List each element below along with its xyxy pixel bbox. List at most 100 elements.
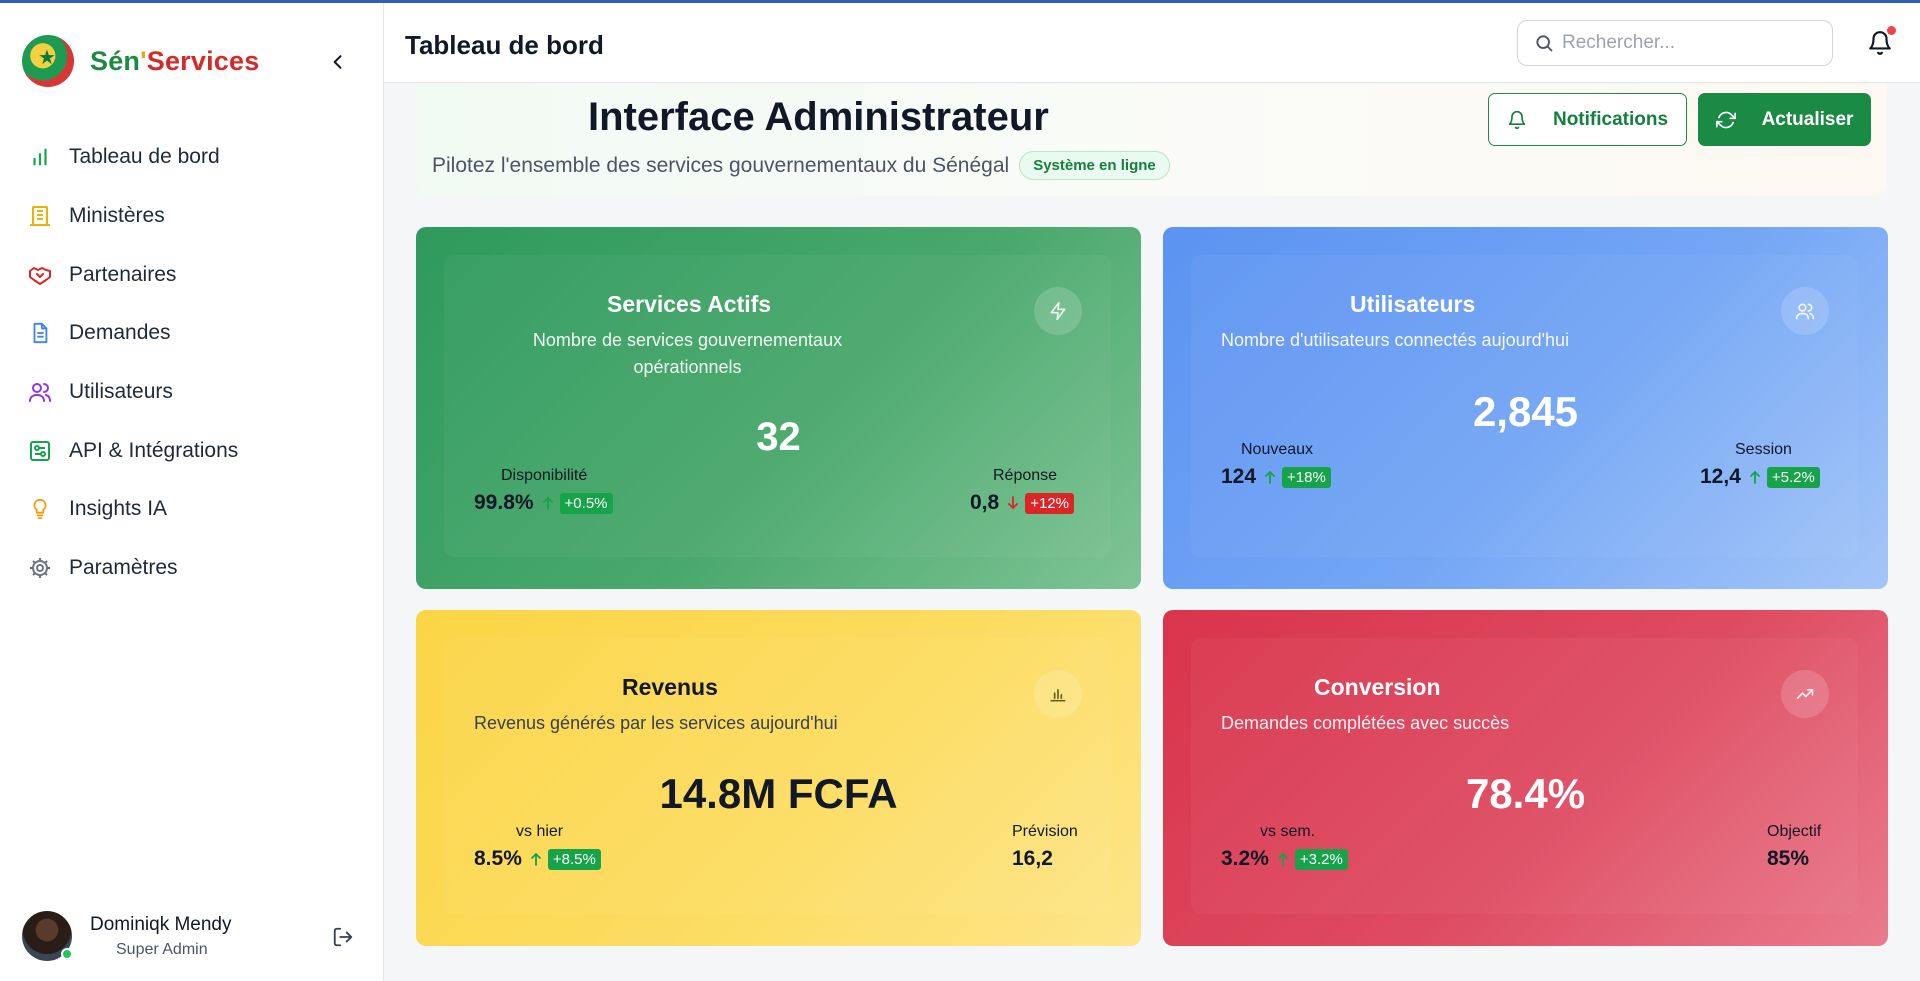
avatar <box>22 911 73 961</box>
page-title: Tableau de bord <box>405 30 604 60</box>
stat-value-left: 8.5% <box>474 847 522 870</box>
arrow-up-icon <box>1277 852 1288 866</box>
stat-label-right: Session <box>1735 441 1792 458</box>
notifications-button[interactable]: Notifications <box>1488 93 1687 146</box>
lightbulb-icon <box>27 496 53 522</box>
stat-label-right: Prévision <box>1012 823 1078 840</box>
sidebar-item-insights[interactable]: Insights IA <box>0 480 384 539</box>
users-icon <box>1795 303 1815 320</box>
user-info: Dominiqk Mendy Super Admin <box>90 914 232 959</box>
stat-value-right: 12,4 <box>1700 465 1741 488</box>
delta-pill: +0.5% <box>559 492 613 514</box>
arrow-down-icon <box>1008 496 1019 510</box>
card-description: Revenus générés par les services aujourd… <box>474 713 838 733</box>
notifications-button-label: Notifications <box>1552 108 1669 130</box>
hero-subtitle: Pilotez l'ensemble des services gouverne… <box>432 153 1010 177</box>
card-services-actifs[interactable]: Services Actifs Nombre de services gouve… <box>416 227 1141 589</box>
card-action-button[interactable] <box>1034 670 1082 718</box>
search-input[interactable] <box>1562 32 1822 54</box>
sidebar-item-utilisateurs[interactable]: Utilisateurs <box>0 363 384 422</box>
card-utilisateurs[interactable]: Utilisateurs Nombre d'utilisateurs conne… <box>1163 227 1888 589</box>
notification-badge-dot <box>1887 26 1896 35</box>
system-status-badge: Système en ligne <box>1019 151 1170 180</box>
stat-delta-left: +3.2% <box>1277 848 1348 870</box>
arrow-up-icon <box>1749 470 1760 484</box>
stat-label-left: Nouveaux <box>1241 441 1314 458</box>
document-icon <box>27 320 53 346</box>
sidebar-item-label: API & Intégrations <box>69 438 239 462</box>
stat-label-right: Réponse <box>993 467 1058 484</box>
stat-value-right: 0,8 <box>970 491 1000 514</box>
stat-delta-left: +0.5% <box>542 492 613 514</box>
header-notifications-button[interactable] <box>1862 25 1898 61</box>
handshake-icon <box>27 262 53 288</box>
logout-icon <box>333 927 353 947</box>
stat-delta-right: +12% <box>1007 492 1074 514</box>
sidebar-item-label: Tableau de bord <box>69 145 220 169</box>
sidebar-item-label: Utilisateurs <box>69 380 173 404</box>
sidebar-item-label: Ministères <box>69 204 165 228</box>
stat-delta-left: +8.5% <box>530 848 601 870</box>
card-main-value: 14.8M FCFA <box>659 770 898 817</box>
integration-icon <box>27 438 53 464</box>
refresh-button[interactable]: Actualiser <box>1698 93 1871 146</box>
stat-label-right: Objectif <box>1767 823 1822 840</box>
card-main-value: 2,845 <box>1472 388 1579 435</box>
hero-title: Interface Administrateur <box>588 95 1049 139</box>
card-description: Demandes complétées avec succès <box>1221 713 1510 733</box>
stat-label-left: vs sem. <box>1260 823 1316 840</box>
sidebar-item-partenaires[interactable]: Partenaires <box>0 245 384 304</box>
sidebar-item-ministeres[interactable]: Ministères <box>0 187 384 246</box>
arrow-up-icon <box>542 496 553 510</box>
collapse-sidebar-button[interactable] <box>322 46 354 78</box>
sidebar-item-dashboard[interactable]: Tableau de bord <box>0 128 384 187</box>
top-accent-line <box>0 0 1920 3</box>
card-conversion[interactable]: Conversion Demandes complétées avec succ… <box>1163 610 1888 946</box>
senegal-globe-logo: ★ <box>22 35 74 87</box>
delta-pill: +8.5% <box>547 848 601 870</box>
gear-icon <box>27 555 53 581</box>
card-action-button[interactable] <box>1781 287 1829 335</box>
sidebar-item-demandes[interactable]: Demandes <box>0 304 384 363</box>
sidebar-nav: Tableau de bord Ministères Partenaires D… <box>0 128 384 598</box>
brand[interactable]: ★ Sén'Services <box>22 35 260 87</box>
stat-label-left: vs hier <box>516 823 564 840</box>
user-profile[interactable]: Dominiqk Mendy Super Admin <box>22 908 362 964</box>
user-role: Super Admin <box>116 940 208 958</box>
search-box[interactable] <box>1517 20 1833 66</box>
delta-pill: +18% <box>1282 466 1331 488</box>
bar-chart-icon <box>27 144 53 170</box>
sidebar-item-api[interactable]: API & Intégrations <box>0 421 384 480</box>
user-name: Dominiqk Mendy <box>90 913 232 935</box>
card-revenus[interactable]: Revenus Revenus générés par les services… <box>416 610 1141 946</box>
delta-pill: +12% <box>1025 492 1074 514</box>
arrow-up-icon <box>1265 470 1275 484</box>
bell-icon <box>1508 110 1526 129</box>
card-action-button[interactable] <box>1034 287 1082 335</box>
lightning-icon <box>1050 301 1066 321</box>
card-description: Nombre de services gouvernementaux opéra… <box>532 330 843 377</box>
logout-button[interactable] <box>328 922 358 952</box>
sidebar-item-parametres[interactable]: Paramètres <box>0 539 384 598</box>
chevron-left-icon <box>333 55 342 69</box>
card-main-value: 32 <box>756 415 801 459</box>
hero-banner: Interface Administrateur Pilotez l'ensem… <box>416 84 1887 196</box>
brand-name-part3: Services <box>146 45 260 76</box>
sidebar-item-label: Demandes <box>69 321 171 345</box>
sidebar-item-label: Partenaires <box>69 262 177 286</box>
stat-value-left: 124 <box>1221 465 1257 488</box>
brand-name-part2: ' <box>140 45 147 76</box>
bar-chart-icon <box>1050 689 1066 702</box>
delta-pill: +5.2% <box>1766 466 1820 488</box>
arrow-up-icon <box>530 852 541 866</box>
refresh-icon <box>1715 111 1736 128</box>
refresh-button-label: Actualiser <box>1761 108 1854 130</box>
card-title: Conversion <box>1314 674 1441 700</box>
sidebar-item-label: Paramètres <box>69 556 178 580</box>
card-title: Utilisateurs <box>1350 291 1476 317</box>
brand-name-part1: Sén <box>90 45 141 76</box>
building-icon <box>27 203 53 229</box>
card-action-button[interactable] <box>1781 670 1829 718</box>
stat-value-right: 16,2 <box>1012 847 1053 870</box>
card-title: Revenus <box>622 674 718 700</box>
